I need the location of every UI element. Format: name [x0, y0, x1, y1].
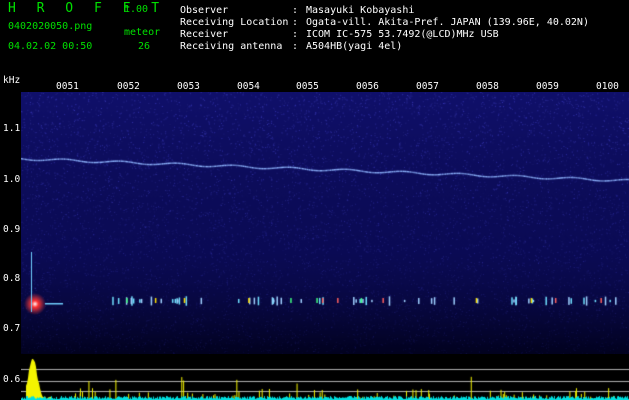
spectrogram [21, 92, 629, 354]
y-tick-label: 1.0 [3, 174, 21, 185]
info-value: Ogata-vill. Akita-Pref. JAPAN (139.96E, … [306, 17, 589, 28]
y-tick-label: 0.7 [3, 323, 21, 334]
meteor-label: meteor [124, 27, 161, 38]
file-name: 0402020050.png [8, 21, 93, 32]
y-tick-label: 0.9 [3, 224, 21, 235]
header-panel: H R O F F T 1.00 0402020050.png meteor 0… [0, 0, 629, 74]
meteor-count: 26 [138, 41, 151, 52]
y-unit-label: kHz [3, 75, 21, 86]
y-tick-label: 0.6 [3, 374, 21, 385]
info-value: A504HB(yagi 4el) [306, 41, 403, 52]
info-value: Masayuki Kobayashi [306, 5, 415, 16]
info-key: Receiving antenna [180, 41, 283, 52]
signal-level-meter [21, 355, 629, 400]
info-antenna: Receiving antenna: A504HB(yagi 4el) [180, 41, 403, 52]
timestamp: 04.02.02 00:50 [8, 41, 93, 52]
y-tick-label: 0.8 [3, 273, 21, 284]
app-version: 1.00 [124, 4, 149, 15]
y-tick-label: 1.1 [3, 123, 21, 134]
info-value: ICOM IC-575 53.7492(@LCD)MHz USB [306, 29, 499, 40]
